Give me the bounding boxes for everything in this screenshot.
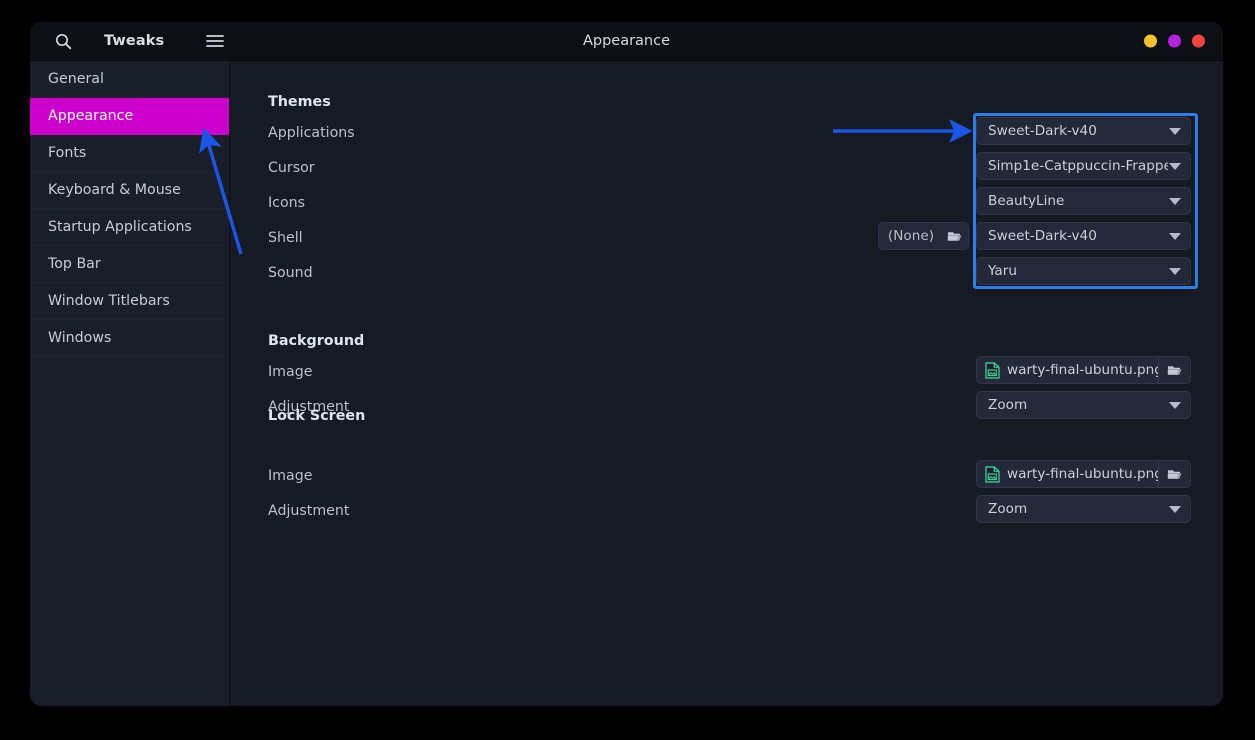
row-label-cursor: Cursor (268, 160, 315, 176)
icons-theme-value: BeautyLine (988, 193, 1065, 209)
lock-screen-image-button[interactable]: warty-final-ubuntu.png (976, 460, 1191, 488)
lock-screen-adjustment-value: Zoom (988, 501, 1028, 517)
section-title-themes: Themes (268, 94, 331, 110)
sidebar-item-label: Keyboard & Mouse (48, 182, 181, 198)
sidebar: General Appearance Fonts Keyboard & Mous… (30, 61, 230, 706)
background-adjustment-dropdown[interactable]: Zoom (976, 391, 1191, 419)
row-label-lock-adjustment: Adjustment (268, 503, 350, 519)
folder-open-icon (1158, 461, 1190, 487)
window-body: General Appearance Fonts Keyboard & Mous… (30, 61, 1223, 706)
row-label-applications: Applications (268, 125, 355, 141)
chevron-down-icon (1168, 267, 1190, 275)
sidebar-item-label: Top Bar (48, 256, 101, 272)
sidebar-item-label: Appearance (48, 108, 134, 124)
screenshot-root: Tweaks Appearance General Appearance Fon… (0, 0, 1255, 740)
sidebar-item-label: Fonts (48, 145, 87, 161)
chevron-down-icon (1168, 127, 1190, 135)
image-file-icon (977, 361, 1007, 379)
window-titlebar: Tweaks Appearance (30, 22, 1223, 61)
sidebar-item-label: Window Titlebars (48, 293, 170, 309)
hamburger-menu-icon[interactable] (198, 26, 232, 56)
folder-open-icon (940, 229, 968, 243)
row-label-lock-image: Image (268, 468, 313, 484)
applications-theme-dropdown[interactable]: Sweet-Dark-v40 (976, 117, 1191, 145)
sidebar-item-keyboard-mouse[interactable]: Keyboard & Mouse (30, 172, 229, 209)
section-title-lock-screen: Lock Screen (268, 408, 366, 424)
sound-theme-dropdown[interactable]: Yaru (976, 257, 1191, 285)
cursor-theme-value: Simp1e-Catppuccin-Frappe (988, 158, 1168, 174)
row-label-background-image: Image (268, 364, 313, 380)
background-adjustment-value: Zoom (988, 397, 1028, 413)
background-image-button[interactable]: warty-final-ubuntu.png (976, 356, 1191, 384)
shell-theme-dropdown[interactable]: Sweet-Dark-v40 (976, 222, 1191, 250)
shell-theme-none-button[interactable]: (None) (878, 222, 969, 250)
chevron-down-icon (1168, 162, 1190, 170)
row-label-icons: Icons (268, 195, 306, 211)
window-controls (1144, 34, 1205, 48)
row-label-shell: Shell (268, 230, 303, 246)
shell-theme-value: Sweet-Dark-v40 (988, 228, 1097, 244)
sidebar-item-fonts[interactable]: Fonts (30, 135, 229, 172)
lock-screen-adjustment-dropdown[interactable]: Zoom (976, 495, 1191, 523)
content-pane: Themes Applications Sweet-Dark-v40 Curso… (230, 61, 1223, 706)
image-file-icon (977, 465, 1007, 483)
sidebar-item-startup-applications[interactable]: Startup Applications (30, 209, 229, 246)
sidebar-item-label: General (48, 71, 104, 87)
close-button[interactable] (1192, 34, 1205, 48)
sidebar-item-general[interactable]: General (30, 61, 229, 98)
chevron-down-icon (1168, 401, 1190, 409)
search-icon[interactable] (46, 26, 80, 56)
folder-open-icon (1158, 357, 1190, 383)
icons-theme-dropdown[interactable]: BeautyLine (976, 187, 1191, 215)
cursor-theme-dropdown[interactable]: Simp1e-Catppuccin-Frappe (976, 152, 1191, 180)
sidebar-item-top-bar[interactable]: Top Bar (30, 246, 229, 283)
sidebar-item-appearance[interactable]: Appearance (30, 98, 229, 135)
titlebar-left-group: Tweaks (30, 26, 232, 56)
applications-theme-value: Sweet-Dark-v40 (988, 123, 1097, 139)
sidebar-item-label: Windows (48, 330, 112, 346)
lock-screen-image-value: warty-final-ubuntu.png (1007, 466, 1158, 482)
chevron-down-icon (1168, 505, 1190, 513)
minimize-button[interactable] (1144, 34, 1157, 48)
tweaks-window: Tweaks Appearance General Appearance Fon… (30, 22, 1223, 706)
sidebar-item-windows[interactable]: Windows (30, 320, 229, 357)
maximize-button[interactable] (1168, 34, 1181, 48)
background-image-value: warty-final-ubuntu.png (1007, 362, 1158, 378)
shell-theme-none-value: (None) (887, 228, 934, 244)
chevron-down-icon (1168, 197, 1190, 205)
sidebar-item-window-titlebars[interactable]: Window Titlebars (30, 283, 229, 320)
app-title: Tweaks (104, 33, 165, 49)
row-label-sound: Sound (268, 265, 313, 281)
sound-theme-value: Yaru (988, 263, 1017, 279)
section-title-background: Background (268, 333, 365, 349)
chevron-down-icon (1168, 232, 1190, 240)
sidebar-item-label: Startup Applications (48, 219, 192, 235)
